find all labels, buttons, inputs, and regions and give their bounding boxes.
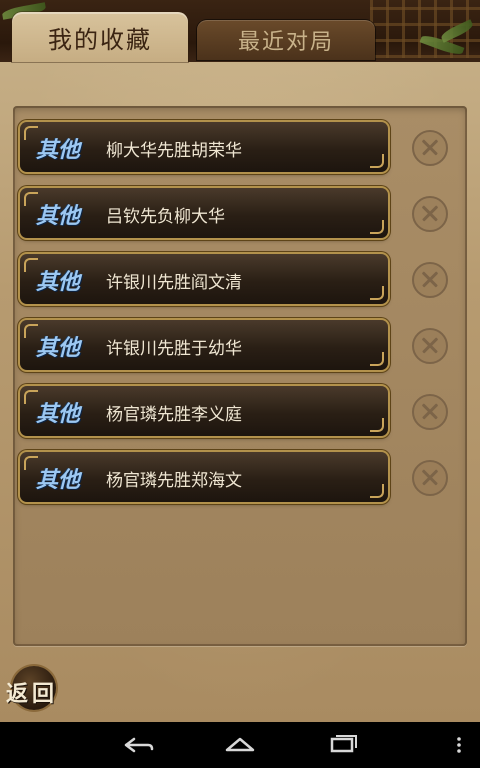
close-circle-icon[interactable] [412,460,448,496]
tab-recent-games[interactable]: 最近对局 [197,20,375,60]
list-item: 其他 许银川先胜阎文清 [20,254,480,306]
system-nav-bar [0,722,480,768]
category-tag: 其他 [36,269,81,295]
list-item: 其他 柳大华先胜胡荣华 [20,122,480,174]
game-title: 杨官璘先胜郑海文 [106,471,242,491]
favorite-game-item[interactable]: 其他 杨官璘先胜李义庭 [20,386,388,436]
favorites-panel [13,106,467,646]
tab-my-favorites[interactable]: 我的收藏 [12,12,188,62]
corner-ornament [370,418,384,432]
category-tag: 其他 [36,401,81,427]
close-circle-icon[interactable] [412,130,448,166]
tab-label: 最近对局 [237,30,334,55]
close-circle-icon[interactable] [412,328,448,364]
list-item: 其他 杨官璘先胜郑海文 [20,452,480,504]
corner-ornament [370,352,384,366]
favorite-game-item[interactable]: 其他 杨官璘先胜郑海文 [20,452,388,502]
corner-ornament [370,286,384,300]
tab-label: 我的收藏 [48,25,152,54]
back-button[interactable]: 返回 [0,656,84,718]
game-title: 许银川先胜于幼华 [106,339,242,359]
list-item: 其他 许银川先胜于幼华 [20,320,480,372]
list-item: 其他 吕钦先负柳大华 [20,188,480,240]
favorite-game-item[interactable]: 其他 吕钦先负柳大华 [20,188,388,238]
category-tag: 其他 [36,467,81,493]
overflow-menu-icon[interactable] [440,722,470,768]
list-item: 其他 杨官璘先胜李义庭 [20,386,480,438]
favorite-game-item[interactable]: 其他 许银川先胜阎文清 [20,254,388,304]
home-icon[interactable] [210,722,270,768]
game-title: 许银川先胜阎文清 [106,273,242,293]
favorite-game-item[interactable]: 其他 柳大华先胜胡荣华 [20,122,388,172]
close-circle-icon[interactable] [412,196,448,232]
category-tag: 其他 [36,137,81,163]
close-circle-icon[interactable] [412,262,448,298]
corner-ornament [370,220,384,234]
recent-apps-icon[interactable] [312,722,372,768]
category-tag: 其他 [36,203,81,229]
favorite-game-item[interactable]: 其他 许银川先胜于幼华 [20,320,388,370]
back-arrow-icon[interactable] [108,722,168,768]
game-title: 杨官璘先胜李义庭 [106,405,242,425]
corner-ornament [370,484,384,498]
back-button-label: 返回 [6,681,59,707]
game-title: 柳大华先胜胡荣华 [106,141,242,161]
game-title: 吕钦先负柳大华 [106,207,225,227]
close-circle-icon[interactable] [412,394,448,430]
category-tag: 其他 [36,335,81,361]
app-screen: 我的收藏 最近对局 其他 柳大华先胜胡荣华 其他 吕钦先负柳大华 其他 许银川先… [0,0,480,722]
corner-ornament [370,154,384,168]
